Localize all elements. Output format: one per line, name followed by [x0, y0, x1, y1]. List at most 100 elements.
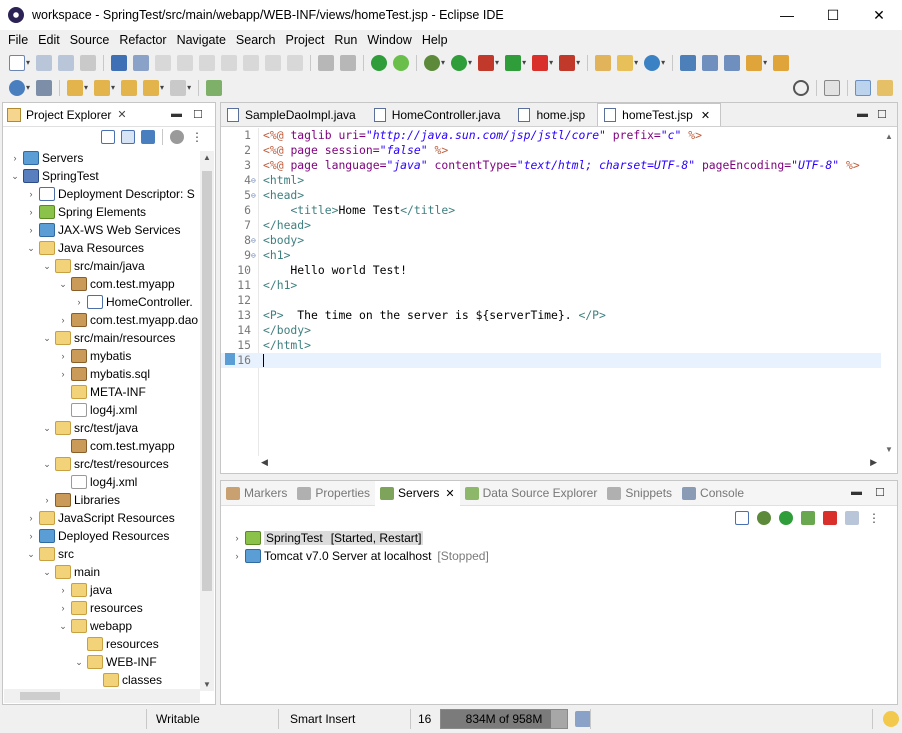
- tree-item[interactable]: log4j.xml: [3, 473, 201, 491]
- collapsed-chevron-icon[interactable]: ›: [57, 585, 69, 595]
- collapsed-chevron-icon[interactable]: ›: [57, 369, 69, 379]
- tree-item[interactable]: › HomeController.: [3, 293, 201, 311]
- tree-item[interactable]: › Deployment Descriptor: S: [3, 185, 201, 203]
- tab-properties[interactable]: Properties: [292, 481, 375, 506]
- link-with-editor-icon[interactable]: [121, 130, 135, 144]
- tab-console[interactable]: Console: [677, 481, 749, 506]
- scroll-right-icon[interactable]: ▶: [870, 457, 877, 468]
- tree-item[interactable]: › Libraries: [3, 491, 201, 509]
- editor-vertical-scrollbar[interactable]: ▲ ▼: [881, 128, 897, 458]
- server-row[interactable]: › SpringTest [Started, Restart]: [231, 529, 489, 547]
- filter-icon[interactable]: [141, 130, 155, 144]
- tree-item[interactable]: › Deployed Resources: [3, 527, 201, 545]
- scroll-down-icon[interactable]: ▼: [881, 445, 897, 454]
- scroll-down-icon[interactable]: ▼: [200, 680, 214, 689]
- collapsed-chevron-icon[interactable]: ›: [25, 225, 37, 235]
- profile-server-icon[interactable]: [801, 511, 815, 525]
- focus-icon[interactable]: [170, 130, 184, 144]
- back-icon[interactable]: [143, 79, 160, 96]
- server-icon[interactable]: [702, 54, 719, 71]
- menu-help[interactable]: Help: [418, 33, 452, 47]
- expanded-chevron-icon[interactable]: ⌄: [57, 279, 69, 290]
- new-java-package-icon[interactable]: [595, 54, 612, 71]
- code-line[interactable]: 5 ⊖ <head>: [221, 188, 881, 203]
- code-line[interactable]: 14 </body>: [221, 323, 881, 338]
- tree-vertical-scrollbar[interactable]: ▲ ▼: [200, 151, 214, 691]
- tree-item[interactable]: ⌄ WEB-INF: [3, 653, 201, 671]
- minimize-view-icon[interactable]: ▬: [851, 486, 862, 498]
- code-line[interactable]: 4 ⊖ <html>: [221, 173, 881, 188]
- tab-snippets[interactable]: Snippets: [602, 481, 677, 506]
- step-return-icon[interactable]: [287, 54, 304, 71]
- tree-item[interactable]: ⌄ src/test/java: [3, 419, 201, 437]
- expanded-chevron-icon[interactable]: ⌄: [41, 423, 53, 434]
- collapsed-chevron-icon[interactable]: ›: [25, 531, 37, 541]
- word-wrap-icon[interactable]: [340, 54, 357, 71]
- tree-item[interactable]: › Servers: [3, 149, 201, 167]
- tree-item[interactable]: ⌄ src/main/java: [3, 257, 201, 275]
- run-icon[interactable]: [451, 54, 468, 71]
- stop-server-icon[interactable]: [823, 511, 837, 525]
- close-icon[interactable]: ✕: [445, 487, 454, 500]
- maximize-button[interactable]: ☐: [810, 0, 856, 30]
- expanded-chevron-icon[interactable]: ⌄: [25, 549, 37, 560]
- spring-boot-icon[interactable]: [393, 54, 410, 71]
- editor-tab[interactable]: SampleDaoImpl.java: [221, 103, 366, 126]
- tree-item[interactable]: › resources: [3, 599, 201, 617]
- tab-markers[interactable]: Markers: [221, 481, 292, 506]
- menu-window[interactable]: Window: [363, 33, 415, 47]
- skip-breakpoints-icon[interactable]: [155, 54, 172, 71]
- tree-item[interactable]: log4j.xml: [3, 401, 201, 419]
- tree-item[interactable]: › mybatis: [3, 347, 201, 365]
- tree-item[interactable]: › JavaScript Resources: [3, 509, 201, 527]
- minimize-view-icon[interactable]: ▬: [171, 108, 182, 120]
- view-menu-icon[interactable]: ⋮: [190, 130, 204, 144]
- maximize-view-icon[interactable]: ☐: [193, 108, 203, 121]
- new-web-project-icon[interactable]: [644, 54, 661, 71]
- editor-horizontal-scrollbar[interactable]: ◀ ▶: [259, 457, 879, 471]
- code-line[interactable]: 11 </h1>: [221, 278, 881, 293]
- menu-project[interactable]: Project: [282, 33, 329, 47]
- maximize-view-icon[interactable]: ☐: [877, 108, 887, 121]
- menu-navigate[interactable]: Navigate: [173, 33, 230, 47]
- expanded-chevron-icon[interactable]: ⌄: [73, 657, 85, 668]
- menu-search[interactable]: Search: [232, 33, 280, 47]
- toggle-block-icon[interactable]: [318, 54, 335, 71]
- tree-item[interactable]: › mybatis.sql: [3, 365, 201, 383]
- tree-item[interactable]: ⌄ main: [3, 563, 201, 581]
- collapsed-chevron-icon[interactable]: ›: [41, 495, 53, 505]
- code-line[interactable]: 6 <title>Home Test</title>: [221, 203, 881, 218]
- view-menu-icon[interactable]: ⋮: [867, 511, 881, 525]
- minimize-view-icon[interactable]: ▬: [857, 108, 868, 120]
- collapse-all-icon[interactable]: [735, 511, 749, 525]
- collapsed-chevron-icon[interactable]: ›: [57, 351, 69, 361]
- tree-item[interactable]: › com.test.myapp.dao: [3, 311, 201, 329]
- expanded-chevron-icon[interactable]: ⌄: [25, 243, 37, 254]
- minimize-button[interactable]: —: [764, 0, 810, 30]
- pin-editor-icon[interactable]: [206, 79, 223, 96]
- tree-item[interactable]: ⌄ src/main/resources: [3, 329, 201, 347]
- resume-icon[interactable]: [177, 54, 194, 71]
- tree-item[interactable]: ⌄ webapp: [3, 617, 201, 635]
- open-perspective-icon[interactable]: [824, 79, 840, 96]
- search-icon[interactable]: [793, 79, 809, 96]
- tree-item[interactable]: › JAX-WS Web Services: [3, 221, 201, 239]
- tip-lightbulb-icon[interactable]: [883, 711, 899, 727]
- expanded-chevron-icon[interactable]: ⌄: [9, 171, 21, 182]
- collapse-all-icon[interactable]: [101, 130, 115, 144]
- collapsed-chevron-icon[interactable]: ›: [25, 513, 37, 523]
- suspend-icon[interactable]: [199, 54, 216, 71]
- close-window-button[interactable]: ✕: [856, 0, 902, 30]
- tree-item[interactable]: ⌄ Java Resources: [3, 239, 201, 257]
- menu-file[interactable]: File: [4, 33, 32, 47]
- garbage-collect-icon[interactable]: [575, 711, 591, 727]
- expanded-chevron-icon[interactable]: ⌄: [57, 621, 69, 632]
- tree-item[interactable]: › Spring Elements: [3, 203, 201, 221]
- tree-item[interactable]: ⌄ src/test/resources: [3, 455, 201, 473]
- collapsed-chevron-icon[interactable]: ›: [9, 153, 21, 163]
- code-line[interactable]: 9 ⊖ <h1>: [221, 248, 881, 263]
- new-icon[interactable]: [9, 54, 25, 71]
- collapsed-chevron-icon[interactable]: ›: [25, 189, 37, 199]
- external-tools-icon[interactable]: [505, 54, 522, 71]
- open-type-icon[interactable]: [111, 54, 128, 71]
